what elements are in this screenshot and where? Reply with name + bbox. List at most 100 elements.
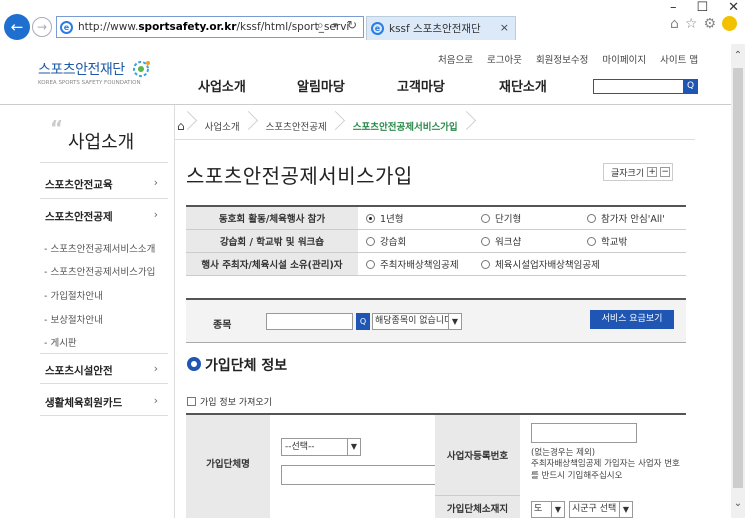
site-search-icon[interactable]: Q: [683, 79, 698, 94]
section-bullet-icon: [187, 357, 201, 371]
sub-item-join-process[interactable]: - 가입절차안내: [44, 288, 103, 302]
util-link-logout[interactable]: 로그아웃: [487, 52, 522, 66]
province-select[interactable]: 도 ▼: [531, 501, 565, 518]
sub-item-service-intro[interactable]: - 스포츠안전공제서비스소개: [44, 241, 155, 255]
chevron-down-icon: ▼: [551, 502, 564, 517]
sport-input[interactable]: [266, 313, 353, 330]
radio-icon[interactable]: [366, 259, 375, 269]
minimize-icon[interactable]: –: [670, 0, 677, 15]
util-link-sitemap[interactable]: 사이트 맵: [660, 52, 698, 66]
forward-arrow-icon[interactable]: →: [32, 17, 52, 37]
breadcrumb-item[interactable]: 스포츠안전공제: [254, 119, 341, 133]
settings-gear-icon[interactable]: ⚙: [703, 16, 716, 32]
vertical-scrollbar[interactable]: ⌃ ⌄: [731, 44, 745, 518]
group-name-header: 가입단체명: [186, 415, 270, 518]
home-icon[interactable]: ⌂: [670, 16, 679, 32]
favorites-star-icon[interactable]: ☆: [685, 16, 698, 32]
radio-option[interactable]: 단기형: [473, 211, 579, 225]
group-name-input[interactable]: [281, 465, 441, 485]
row-header: 동호회 활동/체육행사 참가: [186, 207, 358, 229]
toolbar-icons: ⌂ ☆ ⚙: [670, 16, 737, 32]
radio-icon[interactable]: [481, 236, 490, 246]
radio-label: 1년형: [380, 214, 404, 225]
address-search-icon[interactable]: ⌕: [317, 18, 324, 33]
radio-option[interactable]: 체육시설업자배상책임공제: [473, 257, 653, 271]
chevron-right-icon: ›: [153, 177, 158, 189]
nav-item-label: 스포츠안전교육: [45, 179, 113, 191]
biz-number-input[interactable]: [531, 423, 637, 443]
content-divider: [174, 105, 175, 518]
nav-item-facility-safety[interactable]: 스포츠시설안전 ›: [45, 363, 163, 383]
nav-item-label: 스포츠안전공제: [45, 211, 113, 223]
sub-item-board[interactable]: - 게시판: [44, 335, 77, 349]
back-arrow-icon[interactable]: ←: [4, 14, 30, 40]
gnb-customer[interactable]: 고객마당: [397, 76, 445, 95]
fee-view-button[interactable]: 서비스 요금보기: [590, 310, 674, 329]
chevron-right-icon: ›: [153, 363, 158, 375]
radio-option[interactable]: 1년형: [358, 211, 473, 225]
scroll-up-icon[interactable]: ⌃: [731, 50, 745, 61]
tab-ie-icon: e: [371, 22, 384, 35]
sport-search-box: 종목 Q 해당종목이 없습니다. ▼ 서비스 요금보기: [186, 298, 686, 343]
radio-icon[interactable]: [481, 213, 490, 223]
table-row: 강습회 / 학교밖 및 워크숍 강습회 워크샵 학교밖: [186, 230, 686, 253]
nav-item-member-card[interactable]: 생활체육회원카드 ›: [45, 395, 163, 415]
breadcrumb: ⌂ 사업소개 스포츠안전공제 스포츠안전공제서비스가입: [175, 112, 695, 140]
select-value: 시군구 선택: [572, 504, 617, 514]
gnb-notice[interactable]: 알림마당: [297, 76, 345, 95]
scroll-down-icon[interactable]: ⌄: [731, 498, 745, 509]
font-decrease-button[interactable]: −: [660, 167, 671, 177]
address-dropdown-icon[interactable]: ▾: [333, 21, 338, 31]
radio-option[interactable]: 주최자배상책임공제: [358, 257, 473, 271]
sport-search-icon[interactable]: Q: [356, 313, 370, 330]
breadcrumb-item[interactable]: 사업소개: [193, 119, 254, 133]
scrollbar-thumb[interactable]: [733, 68, 743, 488]
nav-item-label: 생활체육회원카드: [45, 397, 123, 409]
radio-option[interactable]: 참가자 안심'All': [579, 211, 684, 225]
site-search-input[interactable]: [593, 79, 685, 94]
radio-option[interactable]: 학교밖: [579, 234, 684, 248]
radio-option[interactable]: 워크샵: [473, 234, 579, 248]
import-info-checkbox[interactable]: 가입 정보 가져오기: [187, 395, 272, 408]
util-link-mypage[interactable]: 마이페이지: [602, 52, 646, 66]
maximize-icon[interactable]: ☐: [696, 0, 708, 15]
sub-item-service-join[interactable]: - 스포츠안전공제서비스가입: [44, 264, 155, 278]
district-select[interactable]: 시군구 선택 ▼: [569, 501, 633, 518]
close-window-icon[interactable]: ✕: [728, 0, 739, 15]
table-row: 행사 주최자/체육시설 소유(관리)자 주최자배상책임공제 체육시설업자배상책임…: [186, 253, 686, 276]
logo-mark-icon: [132, 61, 150, 77]
row-header: 행사 주최자/체육시설 소유(관리)자: [186, 253, 358, 275]
feedback-smiley-icon[interactable]: [722, 16, 737, 31]
radio-option[interactable]: 강습회: [358, 234, 473, 248]
radio-icon[interactable]: [587, 213, 596, 223]
breadcrumb-home-icon[interactable]: ⌂: [175, 119, 193, 133]
radio-icon[interactable]: [366, 236, 375, 246]
nav-item-safety-insurance[interactable]: 스포츠안전공제 ›: [45, 209, 163, 229]
site-logo[interactable]: 스포츠안전재단 KOREA SPORTS SAFETY FOUNDATION: [38, 58, 154, 86]
radio-icon[interactable]: [481, 259, 490, 269]
service-type-table: 동호회 활동/체육행사 참가 1년형 단기형 참가자 안심'All' 강습회 /…: [186, 205, 686, 276]
radio-icon[interactable]: [587, 236, 596, 246]
util-link-home[interactable]: 처음으로: [438, 52, 473, 66]
nav-item-safety-education[interactable]: 스포츠안전교육 ›: [45, 177, 163, 197]
nav-divider: [40, 162, 168, 163]
util-link-edit-profile[interactable]: 회원정보수정: [536, 52, 588, 66]
utility-links: 처음으로 로그아웃 회원정보수정 마이페이지 사이트 맵: [438, 52, 698, 66]
radio-selected-icon[interactable]: [366, 213, 375, 223]
gnb-foundation[interactable]: 재단소개: [499, 76, 547, 95]
address-bar[interactable]: e http://www.sportsafety.or.kr/kssf/html…: [56, 16, 364, 38]
group-name-select[interactable]: --선택-- ▼: [281, 438, 361, 456]
browser-tab[interactable]: e kssf 스포츠안전재단 ×: [366, 16, 516, 40]
radio-label: 학교밖: [601, 237, 628, 248]
tab-close-icon[interactable]: ×: [500, 21, 509, 34]
chevron-down-icon: ▼: [448, 314, 461, 329]
sub-item-claim-process[interactable]: - 보상절차안내: [44, 312, 103, 326]
font-increase-button[interactable]: +: [647, 167, 658, 177]
gnb-business-intro[interactable]: 사업소개: [198, 76, 246, 95]
refresh-icon[interactable]: ↻: [347, 18, 357, 32]
biz-note-optional: (없는경우는 제외): [531, 448, 596, 458]
url-text: http://www.sportsafety.or.kr/kssf/html/s…: [78, 21, 350, 33]
checkbox-icon[interactable]: [187, 397, 196, 406]
sport-select[interactable]: 해당종목이 없습니다. ▼: [372, 313, 462, 330]
left-nav-title: 사업소개: [68, 132, 135, 153]
